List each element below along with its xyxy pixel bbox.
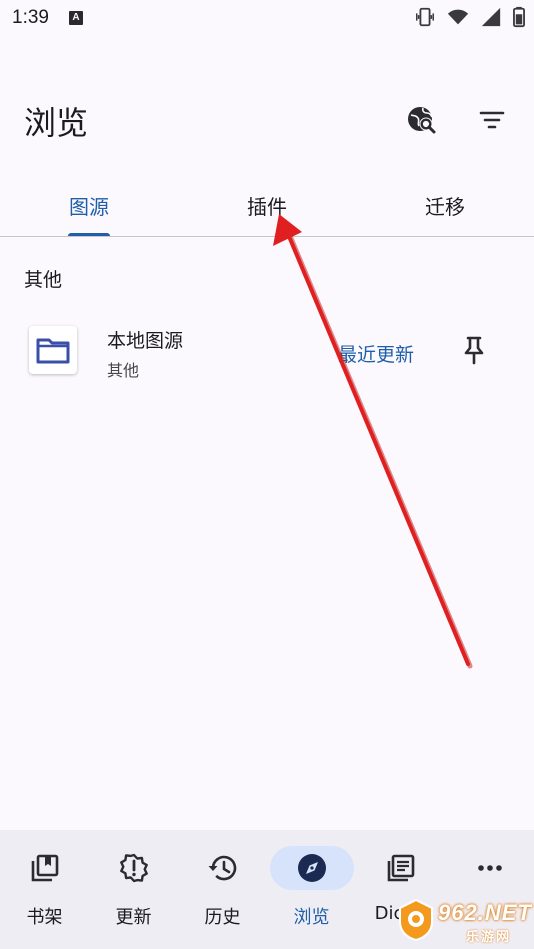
folder-icon xyxy=(36,338,70,364)
nav-icon-container xyxy=(92,846,176,890)
nav-icon-container xyxy=(3,846,87,890)
source-icon xyxy=(29,326,77,374)
nav-label: 历史 xyxy=(204,907,241,928)
history-icon xyxy=(208,855,236,881)
source-language: 其他 xyxy=(107,361,140,380)
nav-icon-container xyxy=(269,846,354,890)
nav-label: 更新 xyxy=(115,907,152,928)
watermark-subtext: 乐游网 xyxy=(466,930,512,945)
notification-a-icon: A xyxy=(69,11,83,25)
status-bar: 1:39 A xyxy=(0,0,534,40)
nav-item-updates[interactable]: 更新 xyxy=(89,830,178,949)
nav-icon-container xyxy=(448,846,532,890)
battery-icon xyxy=(513,6,525,28)
tab-sources[interactable]: 图源 xyxy=(0,172,178,236)
tab-migrate[interactable]: 迁移 xyxy=(356,172,534,236)
wifi-icon xyxy=(447,9,469,25)
page-title: 浏览 xyxy=(24,104,89,142)
tab-label: 插件 xyxy=(247,195,287,219)
nav-item-history[interactable]: 历史 xyxy=(178,830,267,949)
signal-icon xyxy=(481,7,501,27)
source-name: 本地图源 xyxy=(107,330,184,352)
section-header: 其他 xyxy=(24,269,63,291)
nav-label: 浏览 xyxy=(293,907,330,928)
watermark-text: 962.NET xyxy=(438,900,532,925)
nav-icon-container xyxy=(359,846,443,890)
dictionary-icon xyxy=(387,854,414,882)
filter-icon xyxy=(479,111,505,129)
nav-label: 书架 xyxy=(26,907,63,928)
more-icon xyxy=(477,865,502,871)
global-search-button[interactable] xyxy=(402,100,442,140)
watermark-badge-icon xyxy=(399,898,433,942)
nav-item-library[interactable]: 书架 xyxy=(0,830,89,949)
tab-extensions[interactable]: 插件 xyxy=(178,172,356,236)
source-list-item[interactable]: 本地图源 其他 最近更新 xyxy=(0,310,534,390)
tab-label: 迁移 xyxy=(425,195,465,219)
pin-button[interactable] xyxy=(456,332,492,368)
watermark-logo: 962.NET 乐游网 xyxy=(396,896,532,945)
status-time: 1:39 xyxy=(12,7,49,28)
latest-button[interactable]: 最近更新 xyxy=(338,340,414,367)
tab-bar: 图源 插件 迁移 xyxy=(0,172,534,237)
nav-icon-container xyxy=(181,846,265,890)
active-tab-indicator xyxy=(68,233,110,236)
nav-item-browse[interactable]: 浏览 xyxy=(267,830,356,949)
filter-button[interactable] xyxy=(472,100,512,140)
updates-icon xyxy=(119,853,148,883)
status-icons xyxy=(414,6,526,28)
compass-icon xyxy=(297,854,326,882)
vibrate-icon xyxy=(416,7,434,27)
tab-label: 图源 xyxy=(69,195,109,219)
global-search-icon xyxy=(408,107,436,134)
library-icon xyxy=(31,854,58,882)
pin-icon xyxy=(464,336,484,365)
